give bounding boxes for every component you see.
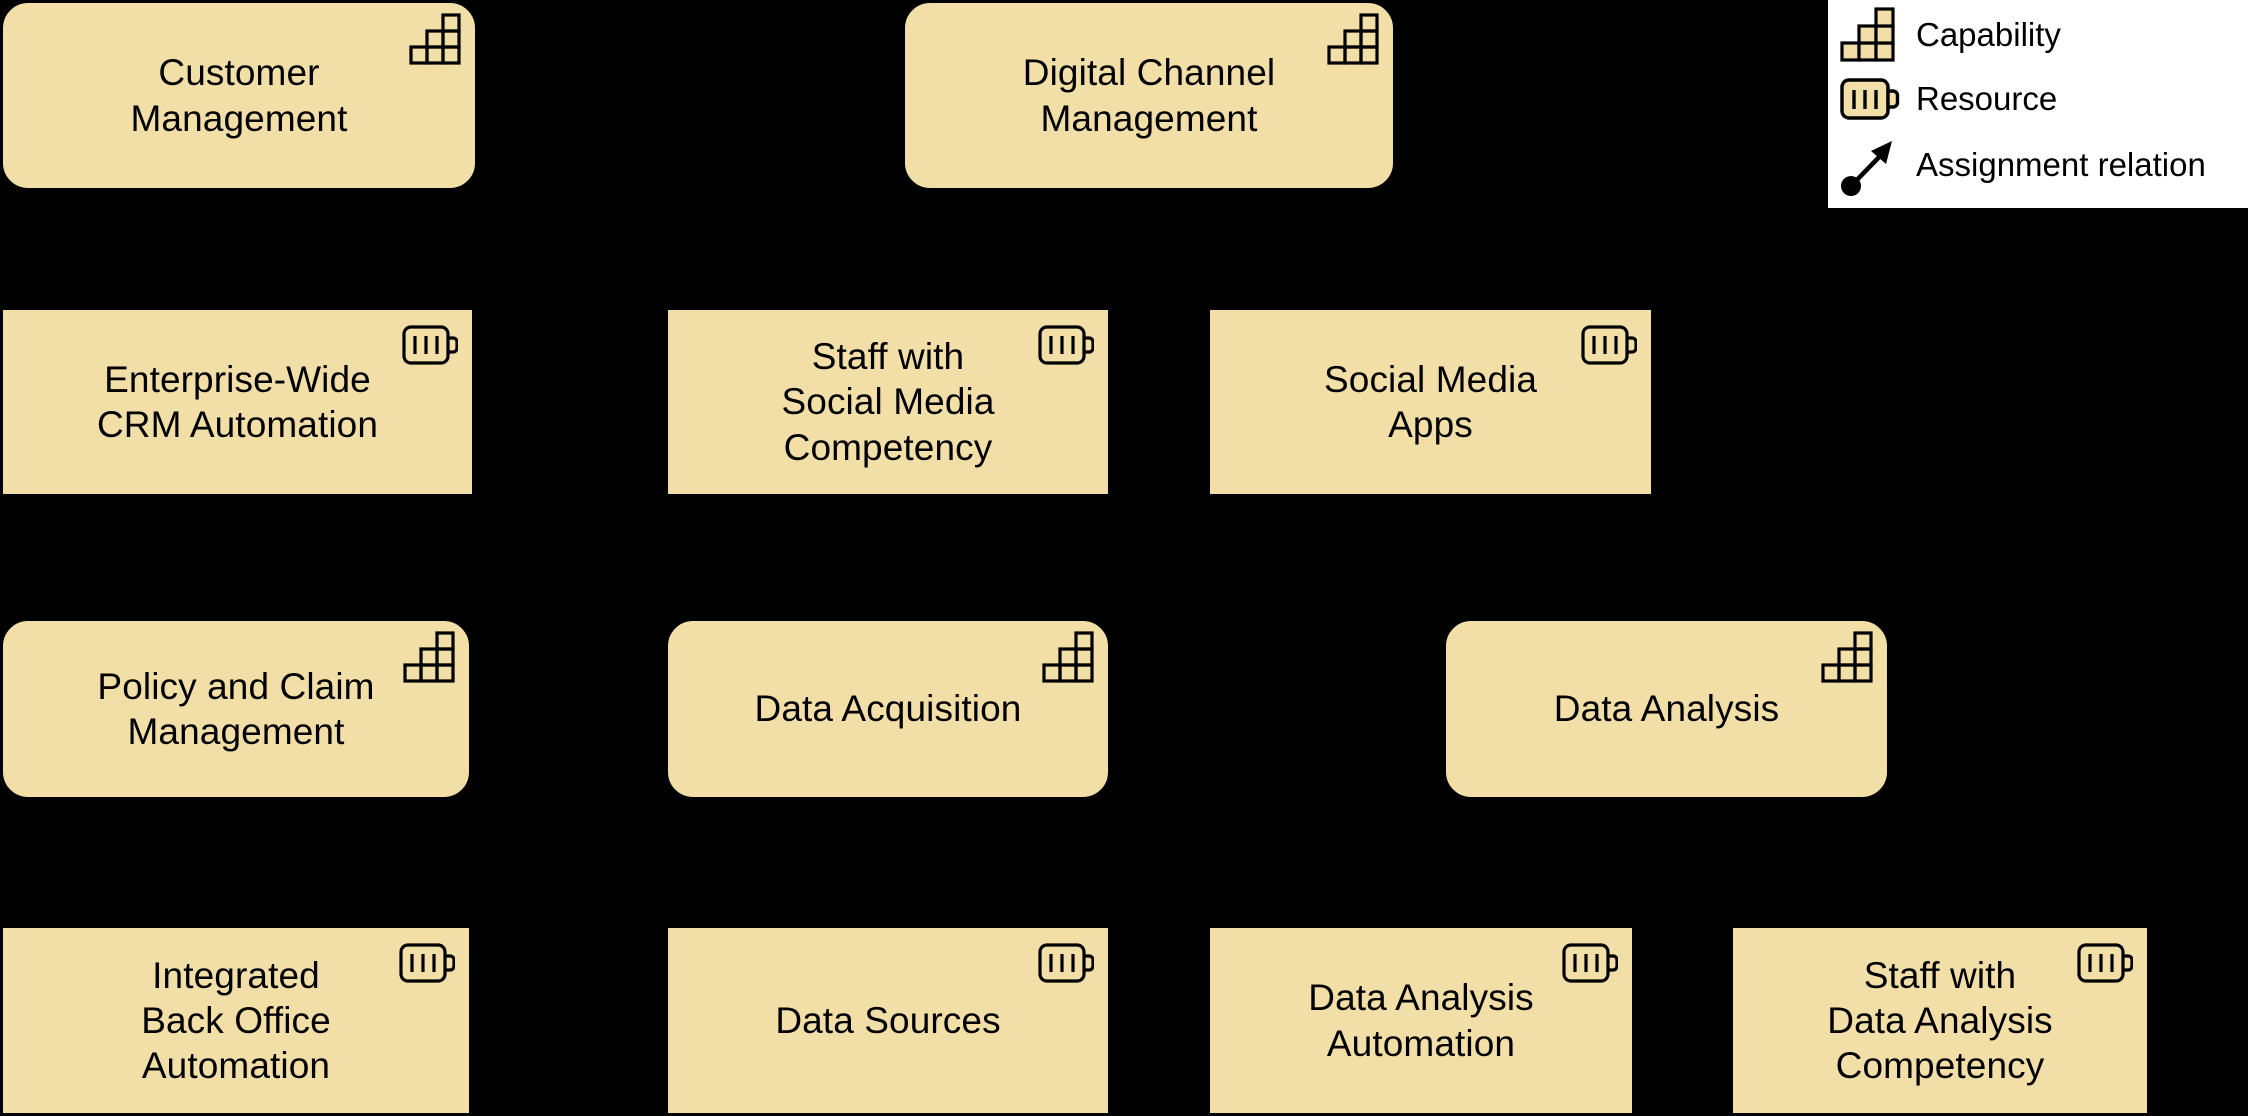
- capability-icon: [1821, 631, 1873, 683]
- capability-icon: [409, 13, 461, 65]
- node-label: Policy and Claim Management: [97, 665, 375, 752]
- legend-item-resource: Resource: [1840, 68, 2057, 130]
- node-label: Staff with Data Analysis Competency: [1827, 954, 2053, 1087]
- capability-icon: [1327, 13, 1379, 65]
- node-label: Customer Management: [130, 52, 348, 139]
- legend-label: Capability: [1916, 16, 2061, 53]
- resource-icon: [2077, 942, 2134, 984]
- legend-label: Assignment relation: [1916, 146, 2206, 183]
- node-staff-with-data-analysis-competency[interactable]: Staff with Data Analysis Competency: [1730, 925, 2150, 1116]
- node-label: Data Analysis Automation: [1308, 977, 1534, 1064]
- capability-icon: [1042, 631, 1094, 683]
- node-label: Integrated Back Office Automation: [141, 954, 331, 1087]
- resource-icon: [1562, 942, 1619, 984]
- legend-item-capability: Capability: [1840, 4, 2061, 66]
- node-label: Data Analysis: [1553, 688, 1780, 730]
- node-label: Staff with Social Media Competency: [781, 336, 995, 468]
- legend-item-assignment-relation: Assignment relation: [1840, 134, 2206, 196]
- node-label: Digital Channel Management: [1022, 52, 1276, 139]
- diagram-canvas: Customer Management Digital Channel Mana…: [0, 0, 2248, 1116]
- resource-icon: [399, 942, 456, 984]
- node-enterprise-wide-crm-automation[interactable]: Enterprise-Wide CRM Automation: [0, 307, 475, 497]
- node-data-analysis[interactable]: Data Analysis: [1443, 618, 1890, 800]
- resource-icon: [1840, 76, 1912, 122]
- node-label: Enterprise-Wide CRM Automation: [96, 358, 379, 445]
- node-digital-channel-management[interactable]: Digital Channel Management: [902, 0, 1396, 191]
- node-customer-management[interactable]: Customer Management: [0, 0, 478, 191]
- capability-icon: [403, 631, 455, 683]
- node-social-media-apps[interactable]: Social Media Apps: [1207, 307, 1654, 497]
- capability-icon: [1840, 7, 1912, 63]
- node-staff-with-social-media-competency[interactable]: Staff with Social Media Competency: [665, 307, 1111, 497]
- node-data-analysis-automation[interactable]: Data Analysis Automation: [1207, 925, 1635, 1116]
- node-label: Data Sources: [775, 999, 1001, 1041]
- resource-icon: [1038, 942, 1095, 984]
- resource-icon: [1581, 324, 1638, 366]
- legend-label: Resource: [1916, 80, 2058, 117]
- node-label: Social Media Apps: [1323, 358, 1538, 445]
- node-integrated-back-office-automation[interactable]: Integrated Back Office Automation: [0, 925, 472, 1116]
- node-data-acquisition[interactable]: Data Acquisition: [665, 618, 1111, 800]
- assignment-relation-icon: [1840, 134, 1912, 196]
- legend-panel: Capability Resource Assignment relation: [1825, 0, 2248, 211]
- node-data-sources[interactable]: Data Sources: [665, 925, 1111, 1116]
- node-label: Data Acquisition: [754, 688, 1022, 730]
- resource-icon: [402, 324, 459, 366]
- resource-icon: [1038, 324, 1095, 366]
- node-policy-and-claim-management[interactable]: Policy and Claim Management: [0, 618, 472, 800]
